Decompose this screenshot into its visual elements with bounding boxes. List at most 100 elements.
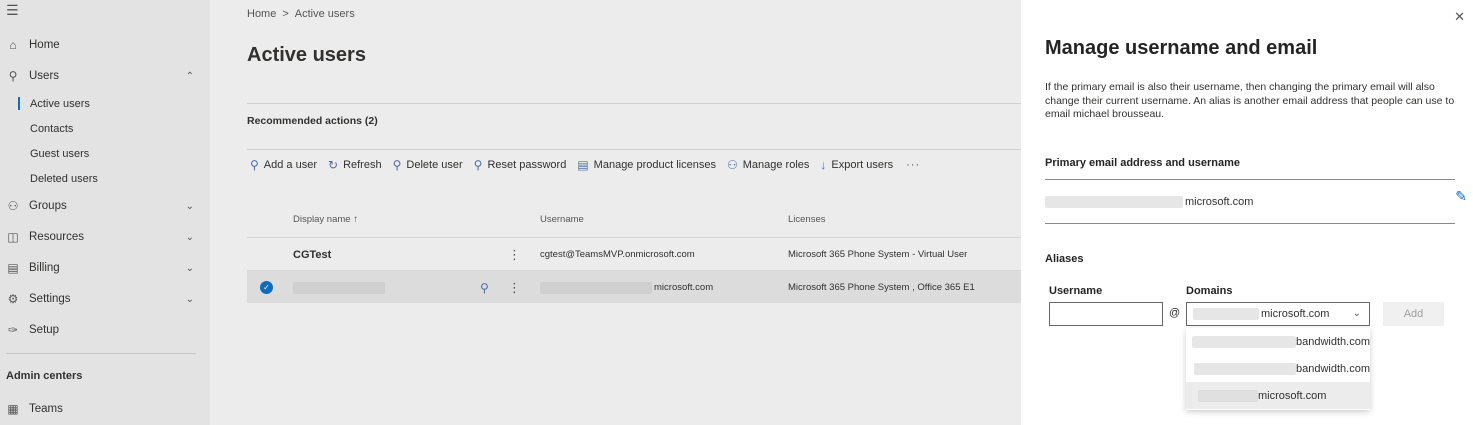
licenses-cell: Microsoft 365 Phone System - Virtual Use… [788, 249, 968, 260]
sidebar-item-billing[interactable]: ▤ Billing ⌄ [0, 257, 210, 279]
export-users-button[interactable]: ↓ Export users [820, 158, 893, 172]
key-icon[interactable]: ⚲ [480, 271, 489, 304]
redacted-block [1045, 196, 1183, 208]
sidebar-subitem-active-users[interactable]: Active users [18, 95, 90, 113]
manage-roles-button[interactable]: ⚇ Manage roles [727, 158, 809, 172]
toolbar-label: Export users [831, 159, 894, 171]
domains-dropdown-list: bandwidth.com bandwidth.com microsoft.co… [1186, 328, 1370, 410]
toolbar-label: Reset password [487, 159, 567, 171]
sidebar-item-label: Billing [29, 262, 60, 274]
download-icon: ↓ [820, 158, 827, 172]
redacted-block [1193, 308, 1259, 320]
sidebar-item-setup[interactable]: ✑ Setup [0, 319, 210, 341]
chevron-down-icon: ⌄ [185, 200, 194, 212]
aliases-heading: Aliases [1045, 253, 1084, 265]
toolbar-label: Refresh [343, 159, 382, 171]
key-icon: ⚲ [473, 158, 483, 172]
selected-domain: microsoft.com [1261, 308, 1330, 320]
recommended-actions-toggle[interactable]: Recommended actions (2) [247, 115, 378, 127]
chevron-down-icon: ⌄ [185, 231, 194, 243]
sidebar-item-groups[interactable]: ⚇ Groups ⌄ [0, 195, 210, 217]
redacted-block [1192, 335, 1296, 348]
hamburger-menu-icon[interactable]: ☰ [6, 2, 19, 19]
redacted-block [540, 281, 652, 294]
wrench-icon: ✑ [7, 323, 19, 337]
username-cell: microsoft.com [540, 271, 713, 304]
add-alias-button[interactable]: Add [1383, 302, 1444, 326]
row-more-icon[interactable]: ⋮ [508, 238, 521, 271]
display-name-cell-redacted[interactable] [293, 271, 385, 304]
divider [247, 103, 1021, 104]
sidebar-subitem-contacts[interactable]: Contacts [30, 120, 73, 138]
sidebar-divider [6, 353, 196, 354]
display-name-cell[interactable]: CGTest [293, 238, 331, 271]
table-row[interactable]: CGTest ⋮ cgtest@TeamsMVP.onmicrosoft.com… [247, 237, 1021, 270]
domain-option-selected[interactable]: microsoft.com [1186, 382, 1370, 409]
delete-person-icon: ⚲ [392, 158, 402, 172]
sidebar-subitem-deleted-users[interactable]: Deleted users [30, 170, 98, 188]
domain-option[interactable]: bandwidth.com [1186, 355, 1370, 382]
main-content: Home > Active users Active users Recomme… [210, 0, 1021, 425]
toolbar-label: Delete user [406, 159, 463, 171]
close-icon[interactable]: ✕ [1454, 9, 1465, 25]
divider [1045, 223, 1455, 224]
divider [1045, 179, 1455, 180]
refresh-button[interactable]: ↻ Refresh [328, 158, 382, 172]
sidebar-item-resources[interactable]: ◫ Resources ⌄ [0, 226, 210, 248]
sidebar-item-settings[interactable]: ⚙ Settings ⌄ [0, 288, 210, 310]
billing-icon: ▤ [7, 261, 19, 275]
chevron-down-icon: ⌄ [1352, 308, 1361, 319]
sidebar-item-users[interactable]: ⚲ Users ⌃ [0, 65, 210, 87]
clipboard-icon: ▤ [577, 158, 589, 172]
sidebar-subitem-guest-users[interactable]: Guest users [30, 145, 89, 163]
manage-licenses-button[interactable]: ▤ Manage product licenses [577, 158, 716, 172]
chevron-up-icon: ⌃ [185, 70, 194, 82]
sidebar-item-teams[interactable]: ▦ Teams [0, 398, 210, 420]
breadcrumb-home[interactable]: Home [247, 8, 276, 20]
username-domain: microsoft.com [654, 282, 714, 293]
admin-centers-heading: Admin centers [6, 370, 83, 382]
domains-label: Domains [1186, 285, 1233, 297]
add-user-button[interactable]: ⚲ Add a user [250, 158, 317, 172]
breadcrumb: Home > Active users [247, 8, 355, 20]
gear-icon: ⚙ [7, 292, 19, 306]
sidebar-item-label: Groups [29, 200, 67, 212]
domains-select[interactable]: microsoft.com ⌄ [1186, 302, 1370, 326]
domain-option-label: bandwidth.com [1296, 362, 1370, 375]
edit-pencil-icon[interactable]: ✎ [1455, 188, 1467, 205]
licenses-cell: Microsoft 365 Phone System , Office 365 … [788, 282, 975, 293]
column-header-display-name[interactable]: Display name ↑ [293, 214, 358, 225]
sidebar-item-home[interactable]: ⌂ Home [0, 34, 210, 56]
person-icon: ⚲ [8, 69, 18, 83]
at-symbol: @ [1169, 307, 1181, 319]
sidebar: ☰ ⌂ Home ⚲ Users ⌃ Active users Contacts… [0, 0, 210, 425]
alias-username-input[interactable] [1049, 302, 1163, 326]
username-cell: cgtest@TeamsMVP.onmicrosoft.com [540, 249, 695, 260]
table-row-selected[interactable]: ✓ ⚲ ⋮ microsoft.com Microsoft 365 Phone … [247, 270, 1021, 303]
breadcrumb-current: Active users [294, 8, 355, 20]
domain-option-label: microsoft.com [1258, 389, 1327, 402]
sidebar-item-label: Home [29, 39, 60, 51]
sidebar-item-label: Resources [29, 231, 84, 243]
chevron-down-icon: ⌄ [185, 262, 194, 274]
roles-icon: ⚇ [726, 158, 738, 172]
checkmark-icon[interactable]: ✓ [260, 281, 273, 294]
redacted-block [1194, 362, 1296, 375]
panel-title: Manage username and email [1045, 37, 1318, 59]
breadcrumb-separator: > [282, 8, 289, 20]
redacted-block [293, 281, 385, 294]
column-header-licenses[interactable]: Licenses [788, 214, 826, 225]
sidebar-item-label: Settings [29, 293, 71, 305]
reset-password-button[interactable]: ⚲ Reset password [474, 158, 567, 172]
primary-email-value: microsoft.com [1185, 196, 1254, 208]
more-options-icon[interactable]: ··· [906, 159, 920, 171]
resources-icon: ◫ [7, 230, 19, 244]
username-label: Username [1049, 285, 1103, 297]
delete-user-button[interactable]: ⚲ Delete user [393, 158, 463, 172]
divider [247, 149, 1021, 150]
domain-option[interactable]: bandwidth.com [1186, 328, 1370, 355]
add-person-icon: ⚲ [250, 158, 259, 172]
column-header-username[interactable]: Username [540, 214, 584, 225]
row-more-icon[interactable]: ⋮ [508, 271, 521, 304]
chevron-down-icon: ⌄ [185, 293, 194, 305]
